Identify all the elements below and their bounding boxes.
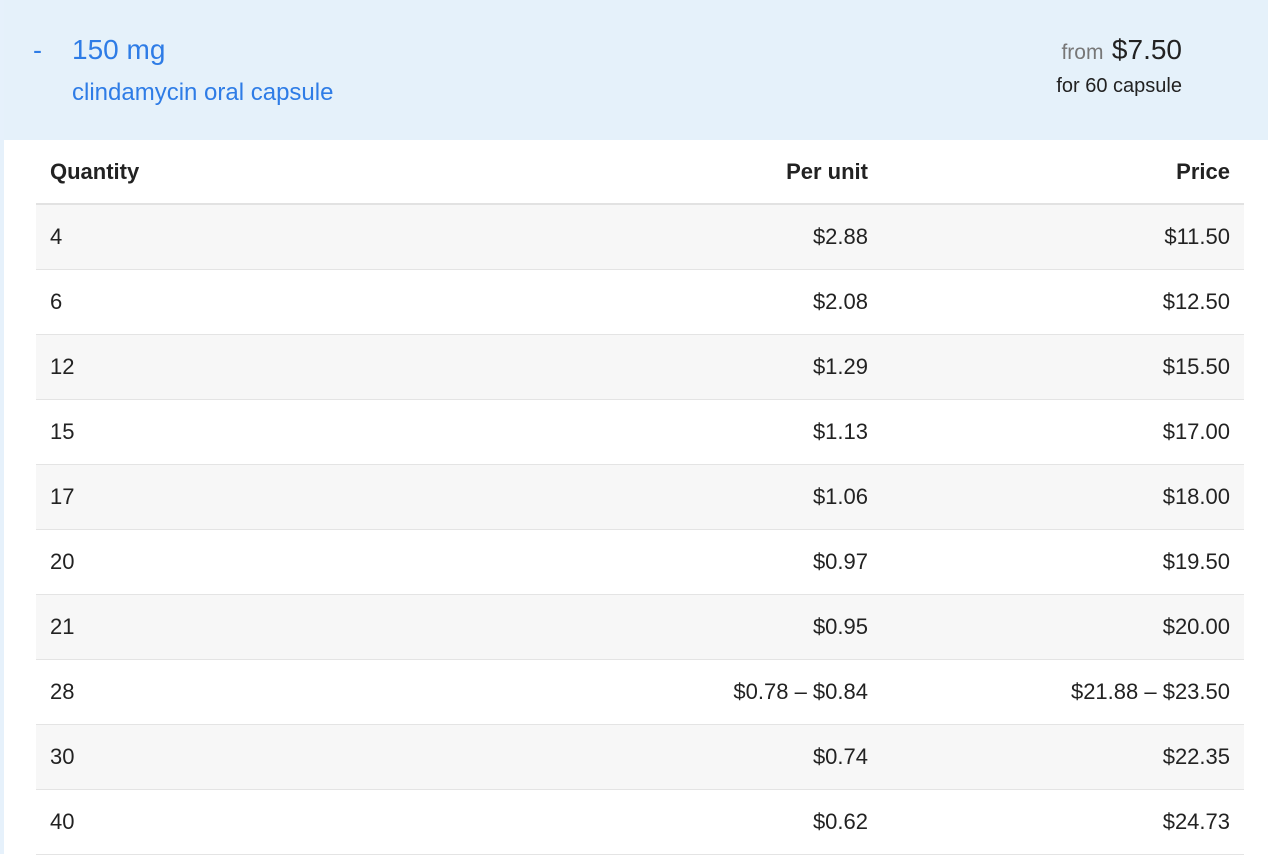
collapse-toggle-icon[interactable]: - [33, 34, 42, 66]
cell-price: $21.88 – $23.50 [882, 659, 1244, 725]
drug-name-link[interactable]: clindamycin oral capsule [72, 78, 333, 108]
cell-per-unit: $0.95 [464, 594, 882, 660]
cell-quantity: 21 [36, 594, 464, 660]
cell-per-unit: $0.74 [464, 724, 882, 790]
price-summary: from $7.50 for 60 capsule [1056, 32, 1182, 99]
table-row: 21 $0.95 $20.00 [36, 594, 1244, 660]
price-table-body: 4 $2.88 $11.50 6 $2.08 $12.50 12 $1.29 $15.50 15 $… [36, 204, 1244, 855]
cell-per-unit: $0.62 [464, 789, 882, 855]
strength-header[interactable]: - 150 mg clindamycin oral capsule from $… [4, 0, 1268, 140]
cell-per-unit: $1.29 [464, 334, 882, 400]
table-row: 20 $0.97 $19.50 [36, 529, 1244, 595]
cell-quantity: 17 [36, 464, 464, 530]
cell-price: $19.50 [882, 529, 1244, 595]
table-row: 4 $2.88 $11.50 [36, 204, 1244, 270]
cell-price: $15.50 [882, 334, 1244, 400]
cell-quantity: 12 [36, 334, 464, 400]
lowest-price: $7.50 [1111, 34, 1182, 65]
cell-quantity: 40 [36, 789, 464, 855]
cell-price: $20.00 [882, 594, 1244, 660]
cell-quantity: 15 [36, 399, 464, 465]
table-row: 6 $2.08 $12.50 [36, 269, 1244, 335]
cell-price: $22.35 [882, 724, 1244, 790]
cell-quantity: 4 [36, 204, 464, 270]
cell-quantity: 28 [36, 659, 464, 725]
cell-price: $24.73 [882, 789, 1244, 855]
from-price-row: from $7.50 [1056, 32, 1182, 73]
column-header-quantity: Quantity [36, 140, 464, 205]
cell-per-unit: $1.13 [464, 399, 882, 465]
table-row: 28 $0.78 – $0.84 $21.88 – $23.50 [36, 659, 1244, 725]
cell-quantity: 30 [36, 724, 464, 790]
column-header-price: Price [882, 140, 1244, 205]
cell-per-unit: $2.88 [464, 204, 882, 270]
from-label: from [1061, 41, 1104, 64]
column-header-per-unit: Per unit [464, 140, 882, 205]
cell-per-unit: $0.97 [464, 529, 882, 595]
cell-quantity: 6 [36, 269, 464, 335]
table-row: 30 $0.74 $22.35 [36, 724, 1244, 790]
cell-price: $18.00 [882, 464, 1244, 530]
cell-per-unit: $2.08 [464, 269, 882, 335]
cell-per-unit: $1.06 [464, 464, 882, 530]
strength-label[interactable]: 150 mg [72, 32, 165, 68]
table-header-row: Quantity Per unit Price [36, 140, 1244, 205]
table-row: 17 $1.06 $18.00 [36, 464, 1244, 530]
table-row: 15 $1.13 $17.00 [36, 399, 1244, 465]
lowest-price-quantity: for 60 capsule [1056, 75, 1182, 97]
drug-price-panel: - 150 mg clindamycin oral capsule from $… [0, 0, 1268, 855]
cell-price: $12.50 [882, 269, 1244, 335]
cell-price: $17.00 [882, 399, 1244, 465]
table-row: 12 $1.29 $15.50 [36, 334, 1244, 400]
cell-price: $11.50 [882, 204, 1244, 270]
cell-quantity: 20 [36, 529, 464, 595]
cell-per-unit: $0.78 – $0.84 [464, 659, 882, 725]
table-row: 40 $0.62 $24.73 [36, 789, 1244, 855]
price-table: Quantity Per unit Price 4 $2.88 $11.50 6 $2.… [36, 140, 1244, 855]
